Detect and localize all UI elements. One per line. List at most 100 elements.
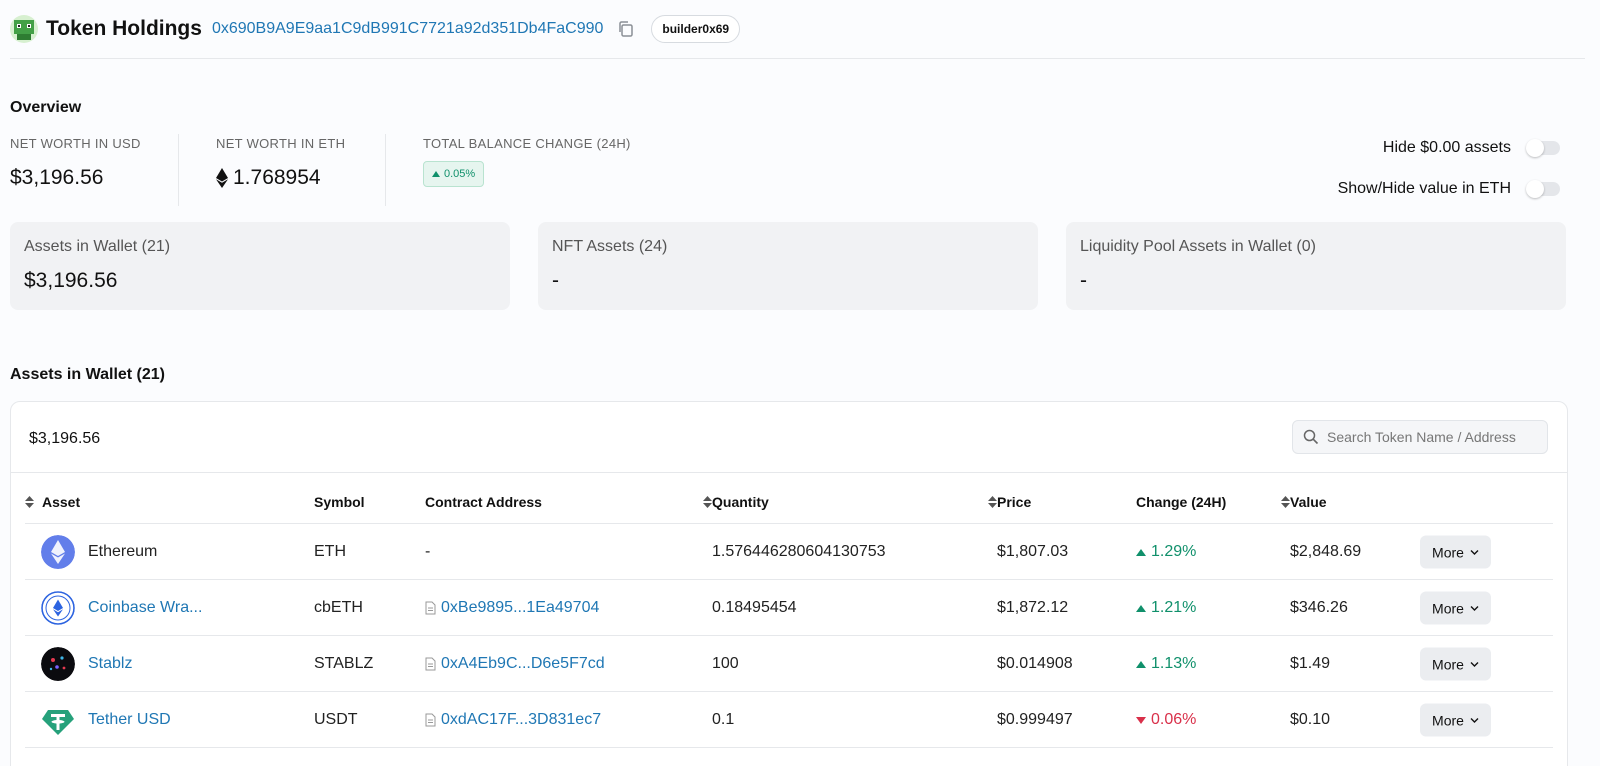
copy-icon[interactable] xyxy=(617,20,635,38)
eth-symbol-icon xyxy=(216,168,228,188)
asset-name-link[interactable]: Coinbase Wra... xyxy=(88,599,202,617)
divider xyxy=(385,134,386,206)
balance-change-label: TOTAL BALANCE CHANGE (24H) xyxy=(423,136,631,151)
assets-total-value: $3,196.56 xyxy=(29,430,101,447)
caret-down-icon xyxy=(1136,716,1146,724)
symbol-cell: USDT xyxy=(314,711,358,728)
net-worth-eth-label: NET WORTH IN ETH xyxy=(216,136,346,151)
token-search-input[interactable]: Search Token Name / Address xyxy=(1292,420,1548,454)
wallet-address-link[interactable]: 0x690B9A9E9aa1C9dB991C7721a92d351Db4FaC9… xyxy=(212,20,603,38)
tether-icon xyxy=(42,710,74,735)
contract-address-link[interactable]: 0xdAC17F...3D831ec7 xyxy=(441,711,601,729)
chevron-down-icon xyxy=(1470,605,1479,611)
column-header-contract: Contract Address xyxy=(425,494,542,510)
table-row: Tether USD USDT 0xdAC17F...3D831ec7 0.1 … xyxy=(11,692,1567,748)
column-header-change: Change (24H) xyxy=(1136,494,1226,510)
more-cell: More xyxy=(1420,535,1491,569)
more-button[interactable]: More xyxy=(1420,703,1491,737)
contract-cell: 0xBe9895...1Ea49704 xyxy=(425,599,599,617)
value-cell: $0.10 xyxy=(1290,711,1331,728)
more-button[interactable]: More xyxy=(1420,591,1491,625)
column-header-price[interactable]: Price xyxy=(988,494,1031,510)
card-title: Assets in Wallet (21) xyxy=(24,238,171,255)
change-cell: 1.29% xyxy=(1136,543,1196,561)
contract-address-link[interactable]: 0xA4Eb9C...D6e5F7cd xyxy=(441,655,605,673)
nft-assets-card: NFT Assets (24) - xyxy=(538,222,1038,310)
asset-cell: Coinbase Wra... xyxy=(41,591,202,625)
price-cell: $1,807.03 xyxy=(997,543,1069,560)
quantity-cell: 1.576446280604130753 xyxy=(712,543,886,560)
hide-zero-assets-toggle[interactable] xyxy=(1526,139,1560,157)
sort-icon xyxy=(988,496,997,508)
balance-change-badge: 0.05% xyxy=(423,161,485,187)
symbol-cell: STABLZ xyxy=(314,655,374,672)
assets-in-wallet-card: Assets in Wallet (21) $3,196.56 xyxy=(10,222,510,310)
table-row: Coinbase Wra... cbETH 0xBe9895...1Ea4970… xyxy=(11,580,1567,636)
caret-up-icon xyxy=(1136,604,1146,612)
price-cell: $0.999497 xyxy=(997,711,1073,728)
net-worth-usd-label: NET WORTH IN USD xyxy=(10,136,141,151)
ethereum-icon xyxy=(41,535,75,569)
column-header-quantity[interactable]: Quantity xyxy=(703,494,769,510)
card-value: $3,196.56 xyxy=(24,269,118,292)
column-header-value[interactable]: Value xyxy=(1281,494,1327,510)
column-header-label: Contract Address xyxy=(425,494,542,510)
value-cell: $346.26 xyxy=(1290,599,1348,616)
net-worth-eth-value: 1.768954 xyxy=(233,166,321,189)
net-worth-usd: NET WORTH IN USD $3,196.56 xyxy=(10,136,141,190)
caret-up-icon xyxy=(432,171,440,177)
more-label: More xyxy=(1432,656,1464,672)
name-tag-badge[interactable]: builder0x69 xyxy=(651,15,741,43)
contract-address-link[interactable]: 0xBe9895...1Ea49704 xyxy=(441,599,599,617)
price-cell: $0.014908 xyxy=(997,655,1073,672)
change-value: 1.29% xyxy=(1151,543,1197,560)
overview-title: Overview xyxy=(10,99,82,116)
column-header-label: Asset xyxy=(42,494,81,510)
quantity-cell: 100 xyxy=(712,655,739,672)
document-icon xyxy=(425,713,436,727)
column-header-label: Symbol xyxy=(314,494,365,510)
quantity-cell: 0.18495454 xyxy=(712,599,797,616)
quantity-cell: 0.1 xyxy=(712,711,735,728)
asset-name-link[interactable]: Stablz xyxy=(88,655,132,673)
stablz-icon xyxy=(41,647,75,681)
page-title: Token Holdings xyxy=(46,17,202,40)
chevron-down-icon xyxy=(1470,661,1479,667)
chevron-down-icon xyxy=(1470,717,1479,723)
search-icon xyxy=(1303,429,1319,445)
net-worth-usd-value: $3,196.56 xyxy=(10,166,104,189)
column-header-label: Price xyxy=(997,494,1032,510)
hide-zero-assets-label: Hide $0.00 assets xyxy=(1382,139,1511,156)
assets-table: $3,196.56 Search Token Name / Address As… xyxy=(10,401,1568,766)
net-worth-eth: NET WORTH IN ETH 1.768954 xyxy=(216,136,345,190)
card-value: - xyxy=(552,269,559,292)
more-label: More xyxy=(1432,600,1464,616)
price-cell: $1,872.12 xyxy=(997,599,1069,616)
asset-name: Ethereum xyxy=(88,543,158,560)
table-row: Ethereum ETH - 1.576446280604130753 $1,8… xyxy=(11,524,1567,580)
change-cell: 1.21% xyxy=(1136,599,1196,617)
caret-up-icon xyxy=(1136,660,1146,668)
contract-cell: 0xdAC17F...3D831ec7 xyxy=(425,711,601,729)
symbol-cell: ETH xyxy=(314,543,346,560)
caret-up-icon xyxy=(1136,548,1146,556)
column-header-label: Quantity xyxy=(712,494,769,510)
more-button[interactable]: More xyxy=(1420,535,1491,569)
asset-cell: Ethereum xyxy=(41,535,157,569)
column-header-asset[interactable]: Asset xyxy=(25,494,80,510)
asset-cell: Stablz xyxy=(41,647,132,681)
sort-icon xyxy=(1281,496,1290,508)
contract-cell: - xyxy=(425,543,431,560)
net-worth-eth-row: 1.768954 xyxy=(216,166,345,190)
change-value: 1.21% xyxy=(1151,599,1197,616)
show-eth-value-toggle[interactable] xyxy=(1526,180,1560,198)
card-value: - xyxy=(1080,269,1087,292)
asset-name-link[interactable]: Tether USD xyxy=(88,711,171,729)
cbeth-icon xyxy=(41,591,75,625)
assets-section-title: Assets in Wallet (21) xyxy=(10,366,166,383)
document-icon xyxy=(425,657,436,671)
more-button[interactable]: More xyxy=(1420,647,1491,681)
more-cell: More xyxy=(1420,703,1491,737)
page-header: Token Holdings 0x690B9A9E9aa1C9dB991C772… xyxy=(10,0,1585,59)
value-cell: $2,848.69 xyxy=(1290,543,1362,560)
